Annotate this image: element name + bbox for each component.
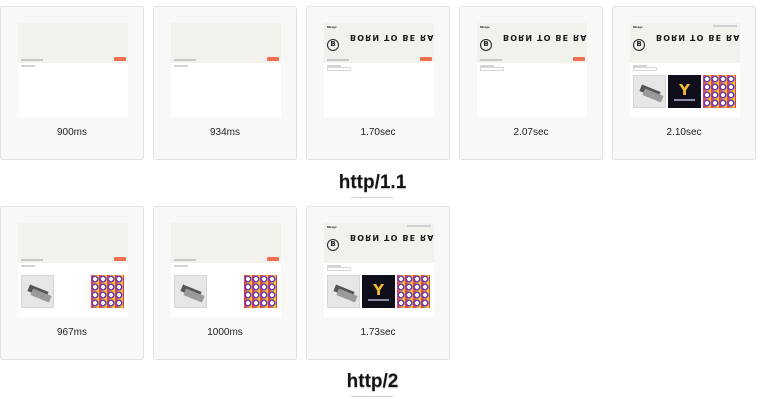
cta-button bbox=[420, 57, 432, 61]
frame-time: 1000ms bbox=[207, 327, 243, 338]
y-logo-caption bbox=[368, 299, 389, 301]
hero-headline: BORN TO BE RAD bbox=[503, 33, 587, 42]
screenshot-thumbnail bbox=[18, 223, 128, 317]
screenshot-thumbnail bbox=[171, 223, 281, 317]
product-image-grey bbox=[21, 275, 54, 308]
product-image-grey bbox=[633, 75, 666, 108]
http1-section-label: http/1.1 bbox=[338, 172, 407, 193]
brand-logo-icon: B bbox=[327, 39, 339, 51]
frame-time: 967ms bbox=[56, 327, 87, 338]
hero-section bbox=[18, 223, 128, 263]
hero-subline bbox=[174, 59, 196, 61]
text-line bbox=[21, 65, 35, 67]
hero-subline bbox=[327, 59, 349, 61]
screenshot-thumbnail bbox=[171, 23, 281, 117]
site-logo-text: Mirage bbox=[633, 25, 643, 29]
hero-section: Mirage B BORN TO BE RAD bbox=[477, 23, 587, 63]
frame-time: 2.07sec bbox=[513, 127, 549, 138]
input-field bbox=[480, 67, 504, 71]
screenshot-thumbnail bbox=[18, 23, 128, 117]
product-image-dark: Y bbox=[362, 275, 395, 308]
product-image-grey bbox=[174, 275, 207, 308]
hero-section: Mirage B BORN TO BE RAD bbox=[324, 23, 434, 63]
y-logo-icon: Y bbox=[373, 281, 384, 299]
product-image-pattern bbox=[244, 275, 277, 308]
screenshot-thumbnail: Mirage B BORN TO BE RAD bbox=[324, 23, 434, 117]
brand-logo-icon: B bbox=[633, 39, 645, 51]
y-logo-icon: Y bbox=[679, 81, 690, 99]
section-underline bbox=[351, 197, 393, 198]
frame-time: 1.70sec bbox=[360, 127, 396, 138]
product-image-pattern bbox=[397, 275, 430, 308]
cta-button bbox=[573, 57, 585, 61]
hero-section: Mirage B BORN TO BE RAD bbox=[324, 223, 434, 263]
http1-frame-2.07sec[interactable]: Mirage B BORN TO BE RAD 2.07sec bbox=[459, 6, 603, 160]
hero-section bbox=[171, 223, 281, 263]
http2-frame-967ms[interactable]: 967ms bbox=[0, 206, 144, 360]
hero-section: Mirage B BORN TO BE RAD bbox=[630, 23, 740, 63]
http2-frame-1000ms[interactable]: 1000ms bbox=[153, 206, 297, 360]
input-field bbox=[327, 267, 351, 271]
hero-subline bbox=[21, 259, 43, 261]
cta-button bbox=[267, 57, 279, 61]
screenshot-thumbnail: Mirage B BORN TO BE RAD Y bbox=[324, 223, 434, 317]
http2-section-label: http/2 bbox=[346, 371, 399, 392]
hero-subline bbox=[21, 59, 43, 61]
cta-button bbox=[114, 57, 126, 61]
cta-button bbox=[267, 257, 279, 261]
input-field bbox=[327, 67, 351, 71]
text-line bbox=[174, 265, 188, 267]
screenshot-thumbnail: Mirage B BORN TO BE RAD bbox=[477, 23, 587, 117]
product-image-pattern bbox=[91, 275, 124, 308]
frame-time: 934ms bbox=[209, 127, 240, 138]
http1-frame-900ms[interactable]: 900ms bbox=[0, 6, 144, 160]
site-logo-text: Mirage bbox=[327, 225, 337, 229]
product-image-dark: Y bbox=[668, 75, 701, 108]
section-underline bbox=[351, 396, 393, 397]
brand-logo-icon: B bbox=[480, 39, 492, 51]
http1-frame-1.70sec[interactable]: Mirage B BORN TO BE RAD 1.70sec bbox=[306, 6, 450, 160]
hero-headline: BORN TO BE RAD bbox=[350, 233, 434, 242]
hero-headline: BORN TO BE RAD bbox=[656, 33, 740, 42]
hero-section bbox=[18, 23, 128, 63]
input-field bbox=[633, 67, 657, 71]
frame-time: 900ms bbox=[56, 127, 87, 138]
product-image-grey bbox=[327, 275, 360, 308]
cta-button bbox=[114, 257, 126, 261]
hero-subline bbox=[480, 59, 502, 61]
text-line bbox=[174, 65, 188, 67]
hero-headline: BORN TO BE RAD bbox=[350, 33, 434, 42]
screenshot-thumbnail: Mirage B BORN TO BE RAD Y bbox=[630, 23, 740, 117]
brand-logo-icon: B bbox=[327, 239, 339, 251]
frame-time: 2.10sec bbox=[666, 127, 702, 138]
hero-subline bbox=[174, 259, 196, 261]
http1-frame-934ms[interactable]: 934ms bbox=[153, 6, 297, 160]
nav-links bbox=[713, 25, 737, 27]
site-logo-text: Mirage bbox=[327, 25, 337, 29]
y-logo-caption bbox=[674, 99, 695, 101]
frame-time: 1.73sec bbox=[360, 327, 396, 338]
http2-frame-1.73sec[interactable]: Mirage B BORN TO BE RAD Y 1.73sec bbox=[306, 206, 450, 360]
site-logo-text: Mirage bbox=[480, 25, 490, 29]
http1-frame-2.10sec[interactable]: Mirage B BORN TO BE RAD Y 2.10sec bbox=[612, 6, 756, 160]
hero-section bbox=[171, 23, 281, 63]
product-image-pattern bbox=[703, 75, 736, 108]
text-line bbox=[21, 265, 35, 267]
nav-links bbox=[407, 225, 431, 227]
